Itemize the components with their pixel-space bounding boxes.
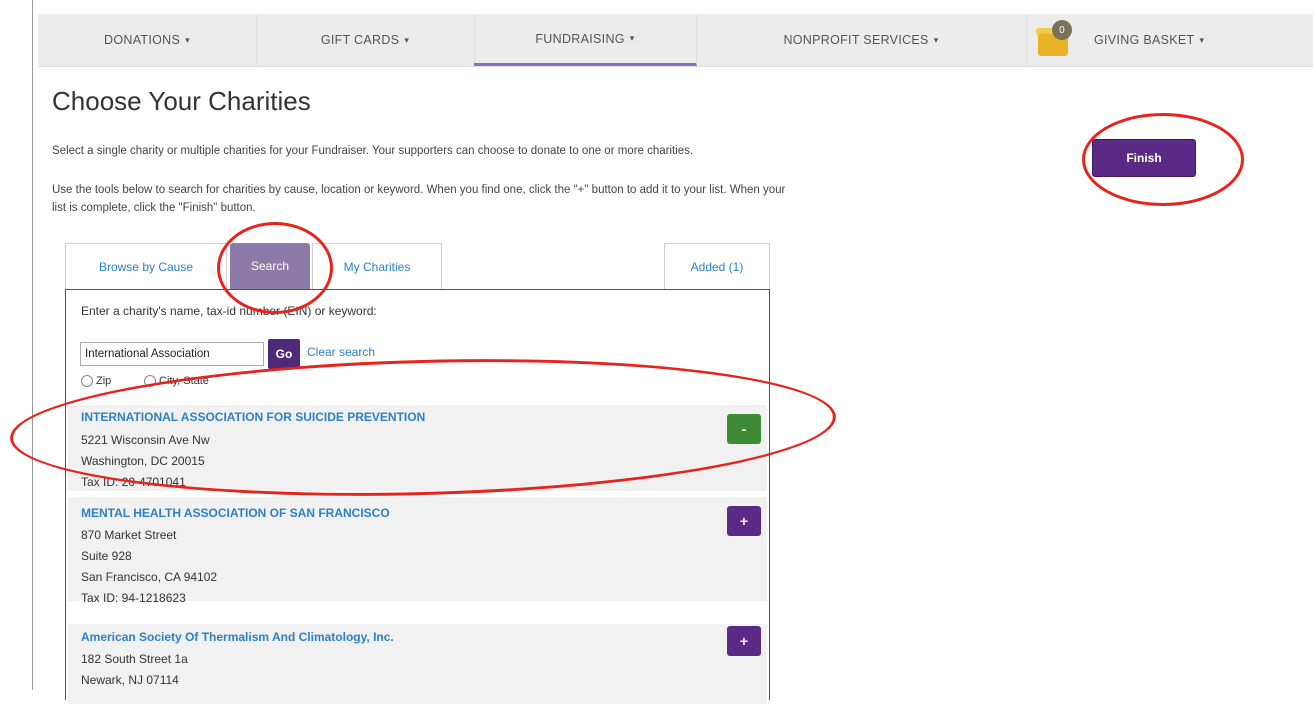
nav-fundraising[interactable]: FUNDRAISING ▾ <box>474 14 697 66</box>
search-prompt: Enter a charity's name, tax-id number (E… <box>81 304 377 318</box>
nav-gift-cards[interactable]: GIFT CARDS ▾ <box>256 14 475 66</box>
basket-icon: 0 <box>1034 20 1076 60</box>
result-name-link[interactable]: American Society Of Thermalism And Clima… <box>81 630 394 644</box>
page-title: Choose Your Charities <box>52 86 311 116</box>
chevron-down-icon: ▾ <box>1199 34 1205 45</box>
intro-text-1: Select a single charity or multiple char… <box>52 145 694 157</box>
left-border <box>32 0 33 690</box>
basket-count-badge: 0 <box>1052 20 1072 40</box>
go-button[interactable]: Go <box>268 339 300 369</box>
nav-giving-basket-label: GIVING BASKET <box>1094 33 1195 47</box>
annotation-ellipse-search-tab <box>217 222 333 314</box>
chevron-down-icon: ▾ <box>933 34 939 45</box>
add-charity-button[interactable]: + <box>727 626 761 656</box>
result-name-link[interactable]: MENTAL HEALTH ASSOCIATION OF SAN FRANCIS… <box>81 506 390 520</box>
result-item: MENTAL HEALTH ASSOCIATION OF SAN FRANCIS… <box>68 497 767 605</box>
result-address-line: 182 South Street 1a <box>81 652 188 666</box>
chevron-down-icon: ▾ <box>185 34 190 45</box>
top-nav: DONATIONS ▾ GIFT CARDS ▾ FUNDRAISING ▾ N… <box>38 14 1313 67</box>
chevron-down-icon: ▾ <box>629 33 635 43</box>
radio-zip[interactable]: Zip <box>81 375 111 387</box>
result-address-line: San Francisco, CA 94102 <box>81 570 218 584</box>
clear-search-link[interactable]: Clear search <box>307 345 375 359</box>
radio-zip-label: Zip <box>96 375 112 387</box>
nav-gift-cards-label: GIFT CARDS <box>320 33 400 47</box>
result-item: American Society Of Thermalism And Clima… <box>68 624 767 704</box>
nav-fundraising-label: FUNDRAISING <box>535 31 625 46</box>
result-address-line: Newark, NJ 07114 <box>81 673 179 687</box>
nav-nonprofit-services-label: NONPROFIT SERVICES <box>783 33 929 47</box>
nav-nonprofit-services[interactable]: NONPROFIT SERVICES ▾ <box>696 14 1027 66</box>
annotation-ellipse-finish <box>1082 113 1244 206</box>
nav-donations-label: DONATIONS <box>104 33 181 47</box>
result-tax-id: Tax ID: 94-1218623 <box>81 591 186 605</box>
intro-text-2a: Use the tools below to search for charit… <box>52 184 786 196</box>
nav-donations[interactable]: DONATIONS ▾ <box>38 14 257 66</box>
add-charity-button[interactable]: + <box>727 506 761 536</box>
search-input[interactable] <box>80 342 264 366</box>
tab-browse-by-cause[interactable]: Browse by Cause <box>65 243 227 290</box>
nav-giving-basket[interactable]: 0 GIVING BASKET ▾ <box>1026 14 1313 66</box>
tab-added[interactable]: Added (1) <box>664 243 770 290</box>
chevron-down-icon: ▾ <box>404 34 410 45</box>
result-address-line: Suite 928 <box>81 549 132 563</box>
radio-circle-icon <box>81 375 93 387</box>
result-address-line: 870 Market Street <box>81 528 177 542</box>
intro-text-2b: list is complete, click the "Finish" but… <box>52 202 256 214</box>
